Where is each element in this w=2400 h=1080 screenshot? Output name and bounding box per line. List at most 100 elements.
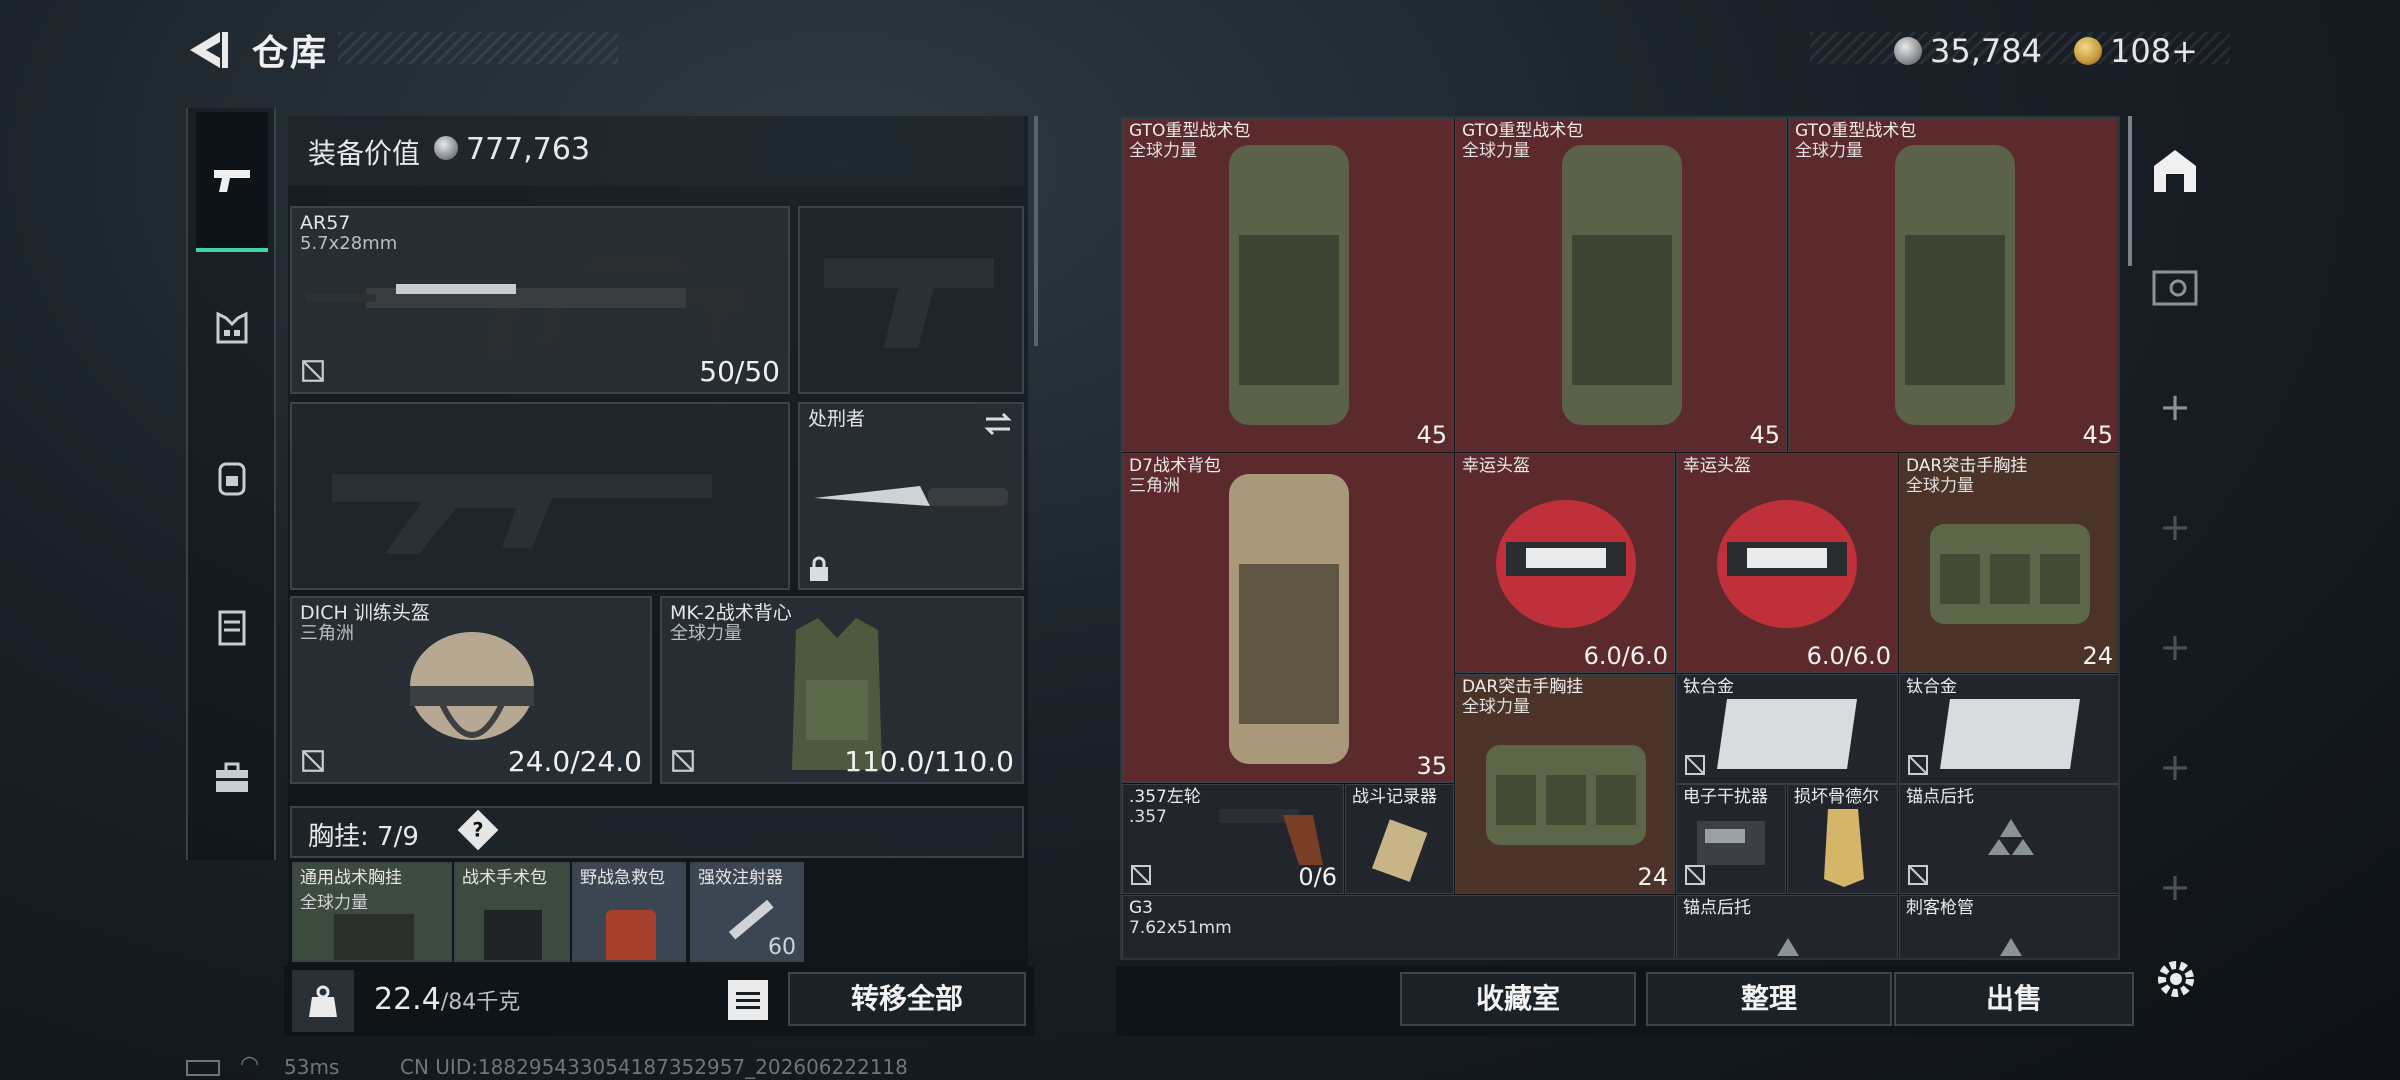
secondary-weapon-slot[interactable] (290, 402, 790, 590)
lock-icon (810, 556, 828, 581)
rig-slot[interactable]: 战术手术包 (454, 862, 570, 962)
stash-item[interactable]: DAR突击手胸挂 全球力量 24 (1455, 674, 1675, 894)
no-insurance-icon (672, 750, 694, 772)
title-decoration (338, 32, 618, 64)
stash-item[interactable]: 幸运头盔 6.0/6.0 (1676, 453, 1898, 673)
weight-button[interactable] (292, 970, 354, 1032)
chest-rig-label: 胸挂: 7/9 (308, 822, 419, 852)
collection-room-button[interactable]: 收藏室 (1400, 972, 1636, 1026)
armor-slot[interactable]: MK-2战术背心 全球力量 110.0/110.0 (660, 596, 1024, 784)
transfer-all-button[interactable]: 转移全部 (788, 972, 1026, 1026)
stash-tab-secondary[interactable] (2140, 232, 2210, 342)
backpack-icon (1229, 145, 1349, 425)
stash-item[interactable]: 钛合金 (1676, 674, 1898, 784)
stash-item[interactable]: .357左轮 .357 0/6 (1122, 784, 1344, 894)
stash-item[interactable]: 损坏骨德尔 (1787, 784, 1898, 894)
stash-tab-main[interactable] (2140, 116, 2210, 226)
add-stash-tab-button[interactable]: + (2140, 712, 2210, 822)
helmet-icon (1717, 500, 1857, 628)
add-stash-tab-button[interactable]: + (2140, 472, 2210, 582)
no-insurance-icon (1908, 755, 1928, 775)
list-view-button[interactable] (728, 980, 768, 1020)
medkit-icon (606, 910, 656, 960)
no-insurance-icon (302, 360, 324, 382)
unknown-item-icon (2000, 938, 2022, 956)
stash-item[interactable]: GTO重型战术包 全球力量 45 (1122, 118, 1454, 452)
unknown-item-icon (1988, 819, 2034, 855)
sidearm-slot[interactable] (798, 206, 1024, 394)
stash-scrollbar[interactable] (2128, 116, 2132, 266)
relic-icon (1824, 809, 1864, 887)
silver-coin-icon (434, 136, 458, 160)
stash-item[interactable]: 刺客枪管 (1899, 895, 2118, 958)
stash-item[interactable]: 战斗记录器 (1345, 784, 1454, 894)
back-arrow-icon (190, 32, 228, 68)
stash-item[interactable]: DAR突击手胸挂 全球力量 24 (1899, 453, 2118, 673)
gold-coin-icon (2074, 37, 2102, 65)
silver-coin-icon (1894, 37, 1922, 65)
no-insurance-icon (1685, 755, 1705, 775)
rig-slot-name: 强效注射器 (698, 868, 783, 888)
sort-button[interactable]: 整理 (1646, 972, 1892, 1026)
category-chest-rig[interactable] (196, 258, 268, 398)
back-button[interactable] (182, 28, 232, 72)
unknown-item-icon (1777, 938, 1799, 956)
category-container[interactable] (196, 558, 268, 698)
combat-recorder-icon (1372, 819, 1428, 882)
user-uid: CN UID:18829543305418735​2957_2026062221… (400, 1055, 908, 1079)
warehouse-icon (2154, 150, 2196, 192)
rig-slot-name: 野战急救包 (580, 868, 665, 888)
titanium-plate-icon (1940, 699, 2080, 769)
helmet-icon (410, 632, 534, 740)
silver-currency[interactable]: 35,784 (1894, 30, 2042, 70)
knife-icon (814, 486, 1008, 506)
helmet-durability: 24.0/24.0 (507, 745, 642, 778)
rig-slot[interactable]: 通用战术胸挂 全球力量 (292, 862, 452, 962)
settings-button[interactable] (2152, 955, 2200, 1003)
rig-slot[interactable]: 强效注射器 60 (690, 862, 804, 962)
surgery-kit-icon (484, 910, 542, 960)
category-backpack[interactable] (196, 408, 268, 548)
gold-currency[interactable]: 108+ (2074, 30, 2198, 70)
no-insurance-icon (1685, 865, 1705, 885)
stash-item[interactable]: 钛合金 (1899, 674, 2118, 784)
add-stash-tab-button[interactable]: + (2140, 592, 2210, 702)
equipment-value-label: 装备价值 (308, 137, 421, 170)
category-toolbox[interactable] (196, 708, 268, 848)
add-stash-tab-button[interactable]: + (2140, 832, 2210, 942)
primary-weapon-slot[interactable]: AR57 5.7x28mm 50/50 (290, 206, 790, 394)
wifi-icon: ◠ (240, 1052, 260, 1077)
plus-icon: + (2159, 385, 2191, 429)
chest-rig-icon (1930, 524, 2090, 624)
helmet-slot[interactable]: DICH 训练头盔 三角洲 24.0/24.0 (290, 596, 652, 784)
melee-slot[interactable]: 处刑者 (798, 402, 1024, 590)
armor-name: MK-2战术背心 (670, 602, 792, 624)
stash-item[interactable]: 电子干扰器 (1676, 784, 1786, 894)
plus-icon: + (2159, 745, 2191, 789)
stash-item[interactable]: D7战术背包 三角洲 35 (1122, 453, 1454, 783)
armor-durability: 110.0/110.0 (844, 745, 1014, 778)
rig-slot[interactable]: 野战急救包 (572, 862, 686, 962)
stash-item[interactable]: 锚点后托 (1899, 784, 2118, 894)
rifle-silhouette-icon (332, 474, 712, 554)
helmet-faction: 三角洲 (300, 623, 354, 644)
add-stash-tab-button[interactable]: + (2140, 352, 2210, 462)
category-weapons[interactable] (196, 112, 268, 252)
stash-item[interactable]: G3 7.62x51mm (1122, 895, 1675, 958)
backpack-icon (1562, 145, 1682, 425)
battery-icon (186, 1060, 220, 1076)
stash-grid: GTO重型战术包 全球力量 45 GTO重型战术包 全球力量 45 GTO重型战… (1120, 116, 2120, 960)
page-title: 仓库 (252, 33, 329, 74)
pistol-silhouette-icon (824, 258, 994, 348)
stash-item[interactable]: 幸运头盔 6.0/6.0 (1455, 453, 1675, 673)
equipment-scrollbar[interactable] (1034, 116, 1038, 346)
backpack-icon (218, 462, 246, 496)
stash-item[interactable]: GTO重型战术包 全球力量 45 (1788, 118, 2118, 452)
no-insurance-icon (1908, 865, 1928, 885)
plus-icon: + (2159, 865, 2191, 909)
stash-item[interactable]: 锚点后托 (1676, 895, 1898, 958)
swap-icon[interactable] (982, 410, 1014, 438)
container-icon (218, 610, 246, 646)
sell-button[interactable]: 出售 (1894, 972, 2134, 1026)
stash-item[interactable]: GTO重型战术包 全球力量 45 (1455, 118, 1787, 452)
